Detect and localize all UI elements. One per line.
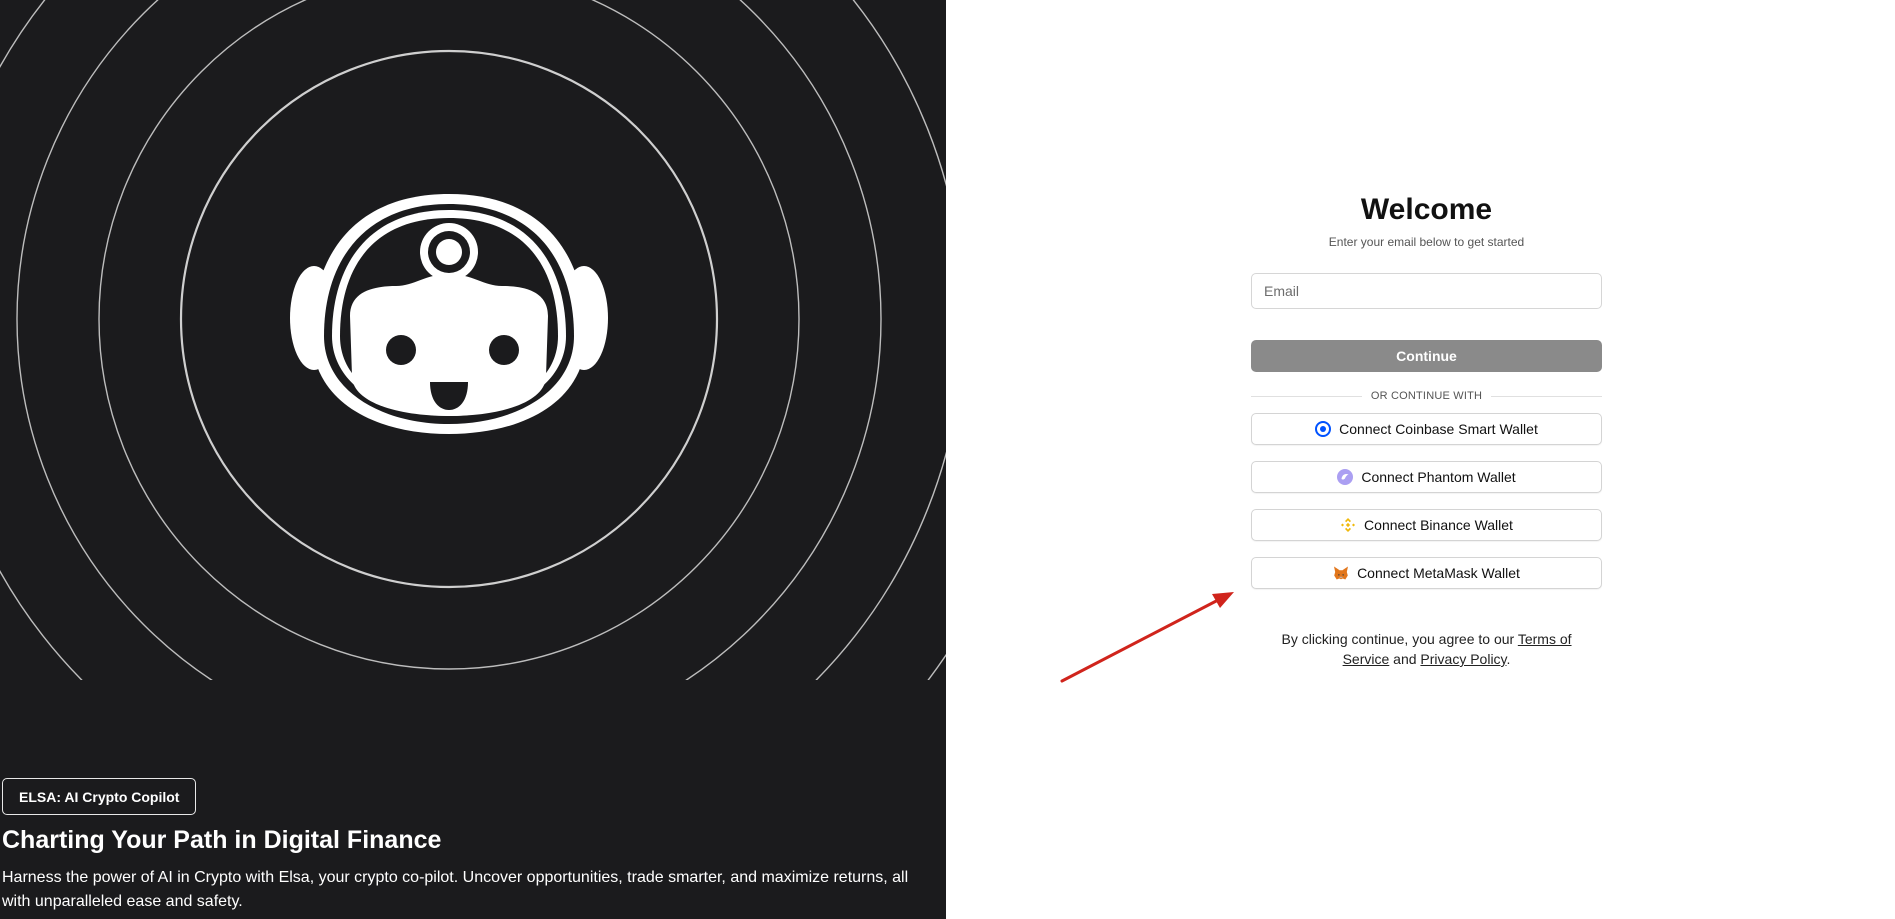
binance-icon — [1340, 517, 1356, 533]
auth-panel: Welcome Enter your email below to get st… — [946, 0, 1895, 919]
phantom-icon — [1337, 469, 1354, 485]
wallet-label: Connect Binance Wallet — [1364, 517, 1513, 533]
hero-description: Harness the power of AI in Crypto with E… — [2, 869, 909, 910]
connect-coinbase-wallet-button[interactable]: Connect Coinbase Smart Wallet — [1251, 413, 1602, 445]
elsa-robot-mascot-icon — [290, 194, 608, 434]
hero-title: Charting Your Path in Digital Finance — [2, 826, 442, 854]
coinbase-icon — [1315, 421, 1332, 437]
legal-prefix: By clicking continue, you agree to our — [1281, 631, 1515, 647]
sign-in-form: Welcome Enter your email below to get st… — [1251, 190, 1602, 669]
metamask-icon — [1333, 565, 1349, 581]
product-badge: ELSA: AI Crypto Copilot — [2, 778, 197, 815]
continue-button[interactable]: Continue — [1251, 340, 1602, 372]
wallet-label: Connect Coinbase Smart Wallet — [1339, 421, 1538, 437]
legal-suffix: . — [1506, 651, 1511, 667]
or-divider: OR CONTINUE WITH — [1251, 384, 1602, 408]
wallet-label: Connect Phantom Wallet — [1361, 469, 1516, 485]
legal-notice: By clicking continue, you agree to our T… — [1251, 629, 1602, 669]
connect-metamask-wallet-button[interactable]: Connect MetaMask Wallet — [1251, 557, 1602, 589]
divider-label: OR CONTINUE WITH — [1361, 390, 1492, 402]
welcome-title: Welcome — [1360, 193, 1493, 226]
connect-phantom-wallet-button[interactable]: Connect Phantom Wallet — [1251, 461, 1602, 493]
hero-panel: ELSA: AI Crypto Copilot Charting Your Pa… — [0, 0, 946, 919]
legal-and: and — [1393, 651, 1417, 667]
connect-binance-wallet-button[interactable]: Connect Binance Wallet — [1251, 509, 1602, 541]
welcome-subtitle: Enter your email below to get started — [1328, 235, 1525, 249]
wallet-options: Connect Coinbase Smart Wallet Connect Ph… — [1251, 413, 1602, 589]
privacy-policy-link[interactable]: Privacy Policy — [1420, 651, 1506, 667]
wallet-label: Connect MetaMask Wallet — [1357, 565, 1520, 581]
email-field[interactable] — [1251, 273, 1602, 309]
